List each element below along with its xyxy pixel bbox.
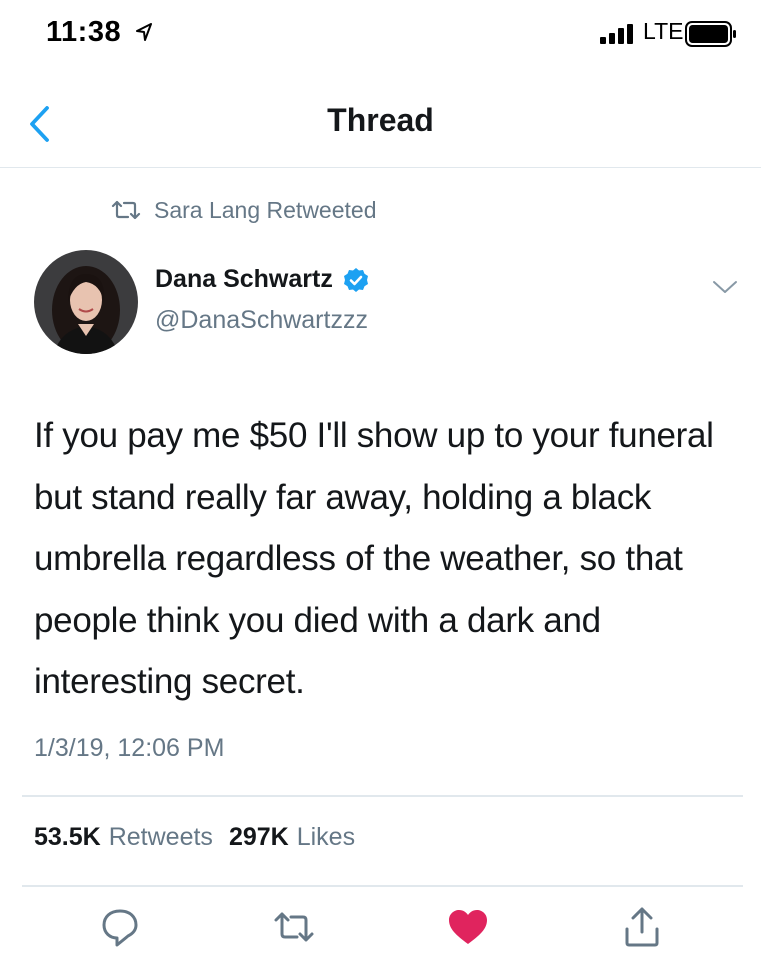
likes-label[interactable]: Likes	[297, 823, 355, 852]
verified-badge-icon	[343, 267, 368, 292]
likes-count[interactable]: 297K	[229, 823, 289, 852]
like-heart-icon[interactable]	[446, 905, 490, 949]
page-title: Thread	[327, 102, 434, 138]
status-time: 11:38	[46, 16, 122, 48]
divider	[22, 885, 743, 887]
location-arrow-icon	[136, 23, 152, 41]
retweet-context-text: Sara Lang Retweeted	[154, 196, 377, 223]
retweet-icon	[111, 200, 141, 220]
battery-icon	[685, 21, 736, 47]
nav-bar: Thread	[0, 80, 761, 168]
status-bar: 11:38 LTE	[0, 0, 761, 70]
share-icon[interactable]	[620, 905, 664, 949]
author-name-row[interactable]: Dana Schwartz	[155, 265, 369, 294]
divider	[22, 795, 743, 797]
signal-bars-icon	[600, 24, 633, 44]
tweet-timestamp: 1/3/19, 12:06 PM	[34, 734, 225, 762]
author-handle[interactable]: @DanaSchwartzzz	[155, 306, 368, 335]
stats-row: 53.5K Retweets 297K Likes	[34, 823, 371, 852]
avatar[interactable]	[34, 250, 138, 354]
chevron-down-icon[interactable]	[712, 278, 738, 296]
author-name[interactable]: Dana Schwartz	[155, 265, 333, 294]
retweet-context[interactable]: Sara Lang Retweeted	[110, 194, 377, 226]
tweet-text: If you pay me $50 I'll show up to your f…	[34, 416, 714, 701]
avatar-photo-icon	[34, 250, 138, 354]
retweet-count[interactable]: 53.5K	[34, 823, 101, 852]
network-label: LTE	[643, 18, 684, 44]
reply-icon[interactable]	[98, 905, 142, 949]
retweets-label[interactable]: Retweets	[109, 823, 213, 852]
retweet-icon[interactable]	[272, 905, 316, 949]
